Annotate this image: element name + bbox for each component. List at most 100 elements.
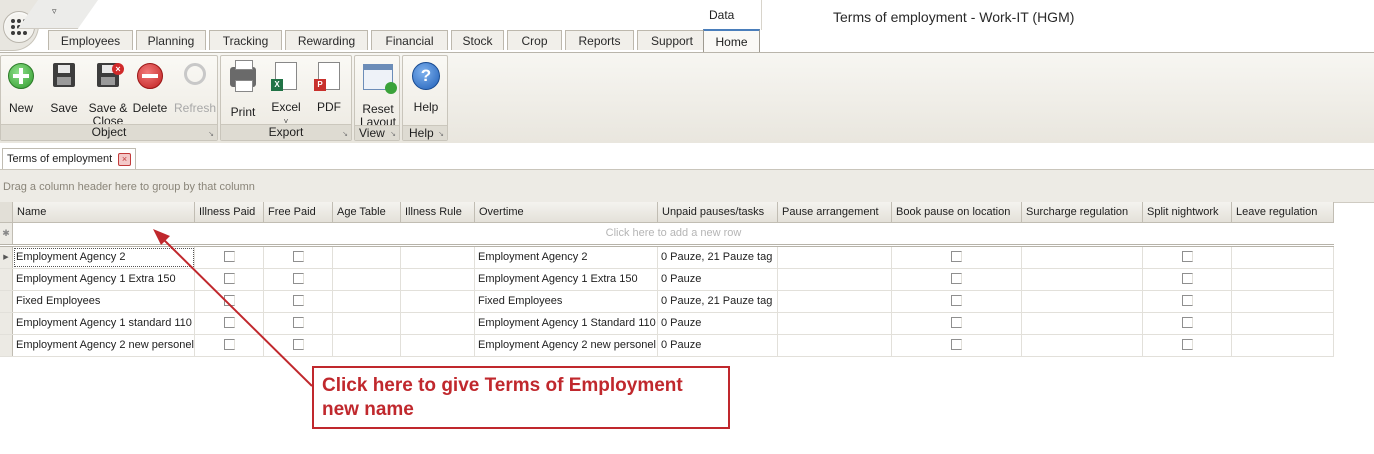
table-row[interactable]: Employment Agency 1 standard 110 Employme…: [0, 313, 1334, 335]
overtime-cell[interactable]: Fixed Employees: [475, 291, 658, 312]
illness-rule-cell[interactable]: [401, 247, 475, 268]
tab-employees[interactable]: Employees: [48, 30, 133, 50]
checkbox[interactable]: [223, 273, 235, 284]
table-row[interactable]: Employment Agency 2 new personel Employme…: [0, 335, 1334, 357]
split-nightwork-cell[interactable]: [1143, 335, 1232, 356]
checkbox[interactable]: [1181, 273, 1193, 284]
surcharge-cell[interactable]: [1022, 291, 1143, 312]
book-pause-cell[interactable]: [892, 247, 1022, 268]
unpaid-pauses-cell[interactable]: 0 Pauze: [658, 335, 778, 356]
column-header-surcharge[interactable]: Surcharge regulation: [1022, 202, 1143, 222]
leave-regulation-cell[interactable]: [1232, 291, 1334, 312]
checkbox[interactable]: [292, 295, 304, 306]
checkbox[interactable]: [292, 339, 304, 350]
book-pause-cell[interactable]: [892, 291, 1022, 312]
free-paid-cell[interactable]: [264, 291, 333, 312]
checkbox[interactable]: [1181, 317, 1193, 328]
pause-arrangement-cell[interactable]: [778, 247, 892, 268]
pause-arrangement-cell[interactable]: [778, 335, 892, 356]
book-pause-cell[interactable]: [892, 313, 1022, 334]
illness-rule-cell[interactable]: [401, 269, 475, 290]
free-paid-cell[interactable]: [264, 247, 333, 268]
column-header-unpaid-pauses[interactable]: Unpaid pauses/tasks: [658, 202, 778, 222]
name-cell[interactable]: Fixed Employees: [13, 291, 195, 312]
unpaid-pauses-cell[interactable]: 0 Pauze: [658, 313, 778, 334]
age-table-cell[interactable]: [333, 313, 401, 334]
column-header-name[interactable]: Name: [13, 202, 195, 222]
table-row[interactable]: ▶ Employment Agency 2 Employment Agency 20…: [0, 247, 1334, 269]
help-button[interactable]: ? Help: [405, 59, 447, 114]
checkbox[interactable]: [951, 317, 962, 328]
split-nightwork-cell[interactable]: [1143, 313, 1232, 334]
checkbox[interactable]: [223, 295, 235, 306]
column-header-leave-regulation[interactable]: Leave regulation: [1232, 202, 1334, 222]
table-row[interactable]: Employment Agency 1 Extra 150 Employment …: [0, 269, 1334, 291]
dialog-launcher-icon[interactable]: ↘: [208, 130, 214, 138]
leave-regulation-cell[interactable]: [1232, 247, 1334, 268]
surcharge-cell[interactable]: [1022, 247, 1143, 268]
unpaid-pauses-cell[interactable]: 0 Pauze, 21 Pauze tag: [658, 247, 778, 268]
column-header-free-paid[interactable]: Free Paid: [264, 202, 333, 222]
table-row[interactable]: Fixed Employees Fixed Employees 0 Pauze, 2…: [0, 291, 1334, 313]
column-header-illness-paid[interactable]: Illness Paid: [195, 202, 264, 222]
delete-button[interactable]: Delete: [131, 59, 169, 115]
dialog-launcher-icon[interactable]: ↘: [438, 130, 444, 138]
overtime-cell[interactable]: Employment Agency 2 new personel: [475, 335, 658, 356]
refresh-button[interactable]: Refresh: [173, 59, 217, 115]
row-indicator[interactable]: [0, 269, 13, 290]
dialog-launcher-icon[interactable]: ↘: [390, 130, 396, 138]
illness-paid-cell[interactable]: [195, 247, 264, 268]
name-cell[interactable]: Employment Agency 2: [13, 247, 195, 268]
column-header-age-table[interactable]: Age Table: [333, 202, 401, 222]
save-button[interactable]: Save: [45, 59, 83, 115]
illness-paid-cell[interactable]: [195, 313, 264, 334]
checkbox[interactable]: [292, 251, 304, 262]
pause-arrangement-cell[interactable]: [778, 313, 892, 334]
column-header-illness-rule[interactable]: Illness Rule: [401, 202, 475, 222]
free-paid-cell[interactable]: [264, 335, 333, 356]
checkbox[interactable]: [292, 317, 304, 328]
surcharge-cell[interactable]: [1022, 335, 1143, 356]
checkbox[interactable]: [292, 273, 304, 284]
illness-paid-cell[interactable]: [195, 335, 264, 356]
leave-regulation-cell[interactable]: [1232, 335, 1334, 356]
tab-home[interactable]: Home: [703, 29, 760, 53]
unpaid-pauses-cell[interactable]: 0 Pauze, 21 Pauze tag: [658, 291, 778, 312]
illness-paid-cell[interactable]: [195, 269, 264, 290]
row-indicator[interactable]: [0, 291, 13, 312]
illness-paid-cell[interactable]: [195, 291, 264, 312]
name-cell[interactable]: Employment Agency 2 new personel: [13, 335, 195, 356]
checkbox[interactable]: [223, 251, 235, 262]
new-row[interactable]: ✱ Click here to add a new row: [0, 223, 1334, 247]
row-indicator[interactable]: [0, 313, 13, 334]
checkbox[interactable]: [1181, 251, 1193, 262]
tab-support[interactable]: Support: [637, 30, 707, 50]
surcharge-cell[interactable]: [1022, 313, 1143, 334]
checkbox[interactable]: [951, 295, 962, 306]
save-close-button[interactable]: × Save & Close: [86, 59, 130, 128]
pdf-button[interactable]: P PDF: [309, 59, 349, 114]
book-pause-cell[interactable]: [892, 335, 1022, 356]
illness-rule-cell[interactable]: [401, 313, 475, 334]
name-cell[interactable]: Employment Agency 1 Extra 150: [13, 269, 195, 290]
reset-layout-button[interactable]: Reset Layout: [356, 59, 400, 129]
name-cell[interactable]: Employment Agency 1 standard 110: [13, 313, 195, 334]
checkbox[interactable]: [223, 339, 235, 350]
excel-button[interactable]: X Excel ˅: [266, 59, 306, 128]
checkbox[interactable]: [951, 339, 962, 350]
unpaid-pauses-cell[interactable]: 0 Pauze: [658, 269, 778, 290]
group-by-panel[interactable]: Drag a column header here to group by th…: [0, 170, 1374, 203]
checkbox[interactable]: [1181, 295, 1193, 306]
age-table-cell[interactable]: [333, 269, 401, 290]
split-nightwork-cell[interactable]: [1143, 291, 1232, 312]
document-tab[interactable]: Terms of employment ×: [2, 148, 136, 169]
tab-planning[interactable]: Planning: [136, 30, 206, 50]
book-pause-cell[interactable]: [892, 269, 1022, 290]
column-header-split-nightwork[interactable]: Split nightwork: [1143, 202, 1232, 222]
column-header-overtime[interactable]: Overtime: [475, 202, 658, 222]
age-table-cell[interactable]: [333, 335, 401, 356]
overtime-cell[interactable]: Employment Agency 1 Standard 110: [475, 313, 658, 334]
tab-stock[interactable]: Stock: [451, 30, 504, 50]
age-table-cell[interactable]: [333, 291, 401, 312]
row-indicator[interactable]: ▶: [0, 247, 13, 268]
